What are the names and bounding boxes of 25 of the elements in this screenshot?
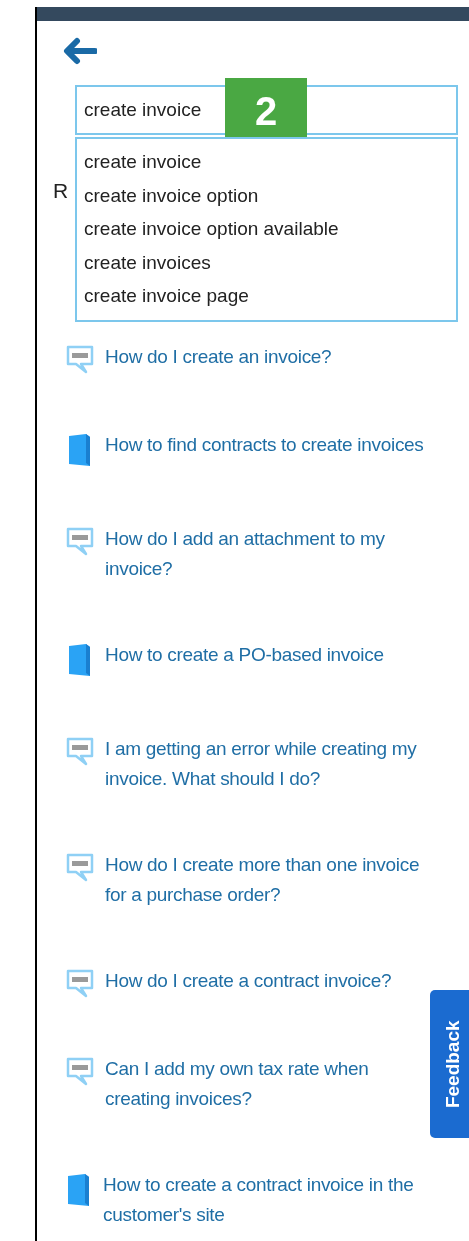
result-link[interactable]: I am getting an error while creating my invoice. What should I do? (105, 734, 431, 794)
back-button[interactable] (61, 37, 97, 65)
result-link[interactable]: How do I create an invoice? (105, 342, 332, 372)
result-link[interactable]: How do I add an attachment to my invoice? (105, 524, 431, 584)
result-link[interactable]: How do I create a contract invoice? (105, 966, 392, 996)
suggestion-item[interactable]: create invoices (84, 245, 449, 279)
result-link[interactable]: How to create a PO-based invoice (105, 640, 384, 670)
faq-bubble-icon (65, 968, 95, 998)
faq-bubble-icon (65, 736, 95, 766)
search-input[interactable]: create invoice (84, 95, 224, 125)
section-heading: R (53, 178, 69, 204)
result-link[interactable]: How to create a contract invoice in the customer's site (103, 1170, 431, 1230)
back-arrow-icon (61, 37, 97, 65)
result-link[interactable]: How do I create more than one invoice for a purchase order? (105, 850, 431, 910)
suggestion-item[interactable]: create invoice option available (84, 212, 449, 246)
suggestion-item[interactable]: create invoice option (84, 178, 449, 212)
faq-bubble-icon (65, 344, 95, 374)
suggestion-item[interactable]: create invoice page (84, 279, 449, 313)
result-link[interactable]: How to find contracts to create invoices (105, 430, 424, 460)
faq-bubble-icon (65, 852, 95, 882)
faq-bubble-icon (65, 526, 95, 556)
faq-bubble-icon (65, 1056, 95, 1086)
feedback-tab[interactable]: Feedback (430, 990, 469, 1138)
result-link[interactable]: Can I add my own tax rate when creating invoices? (105, 1054, 431, 1114)
suggestion-item[interactable]: create invoice (84, 145, 449, 179)
